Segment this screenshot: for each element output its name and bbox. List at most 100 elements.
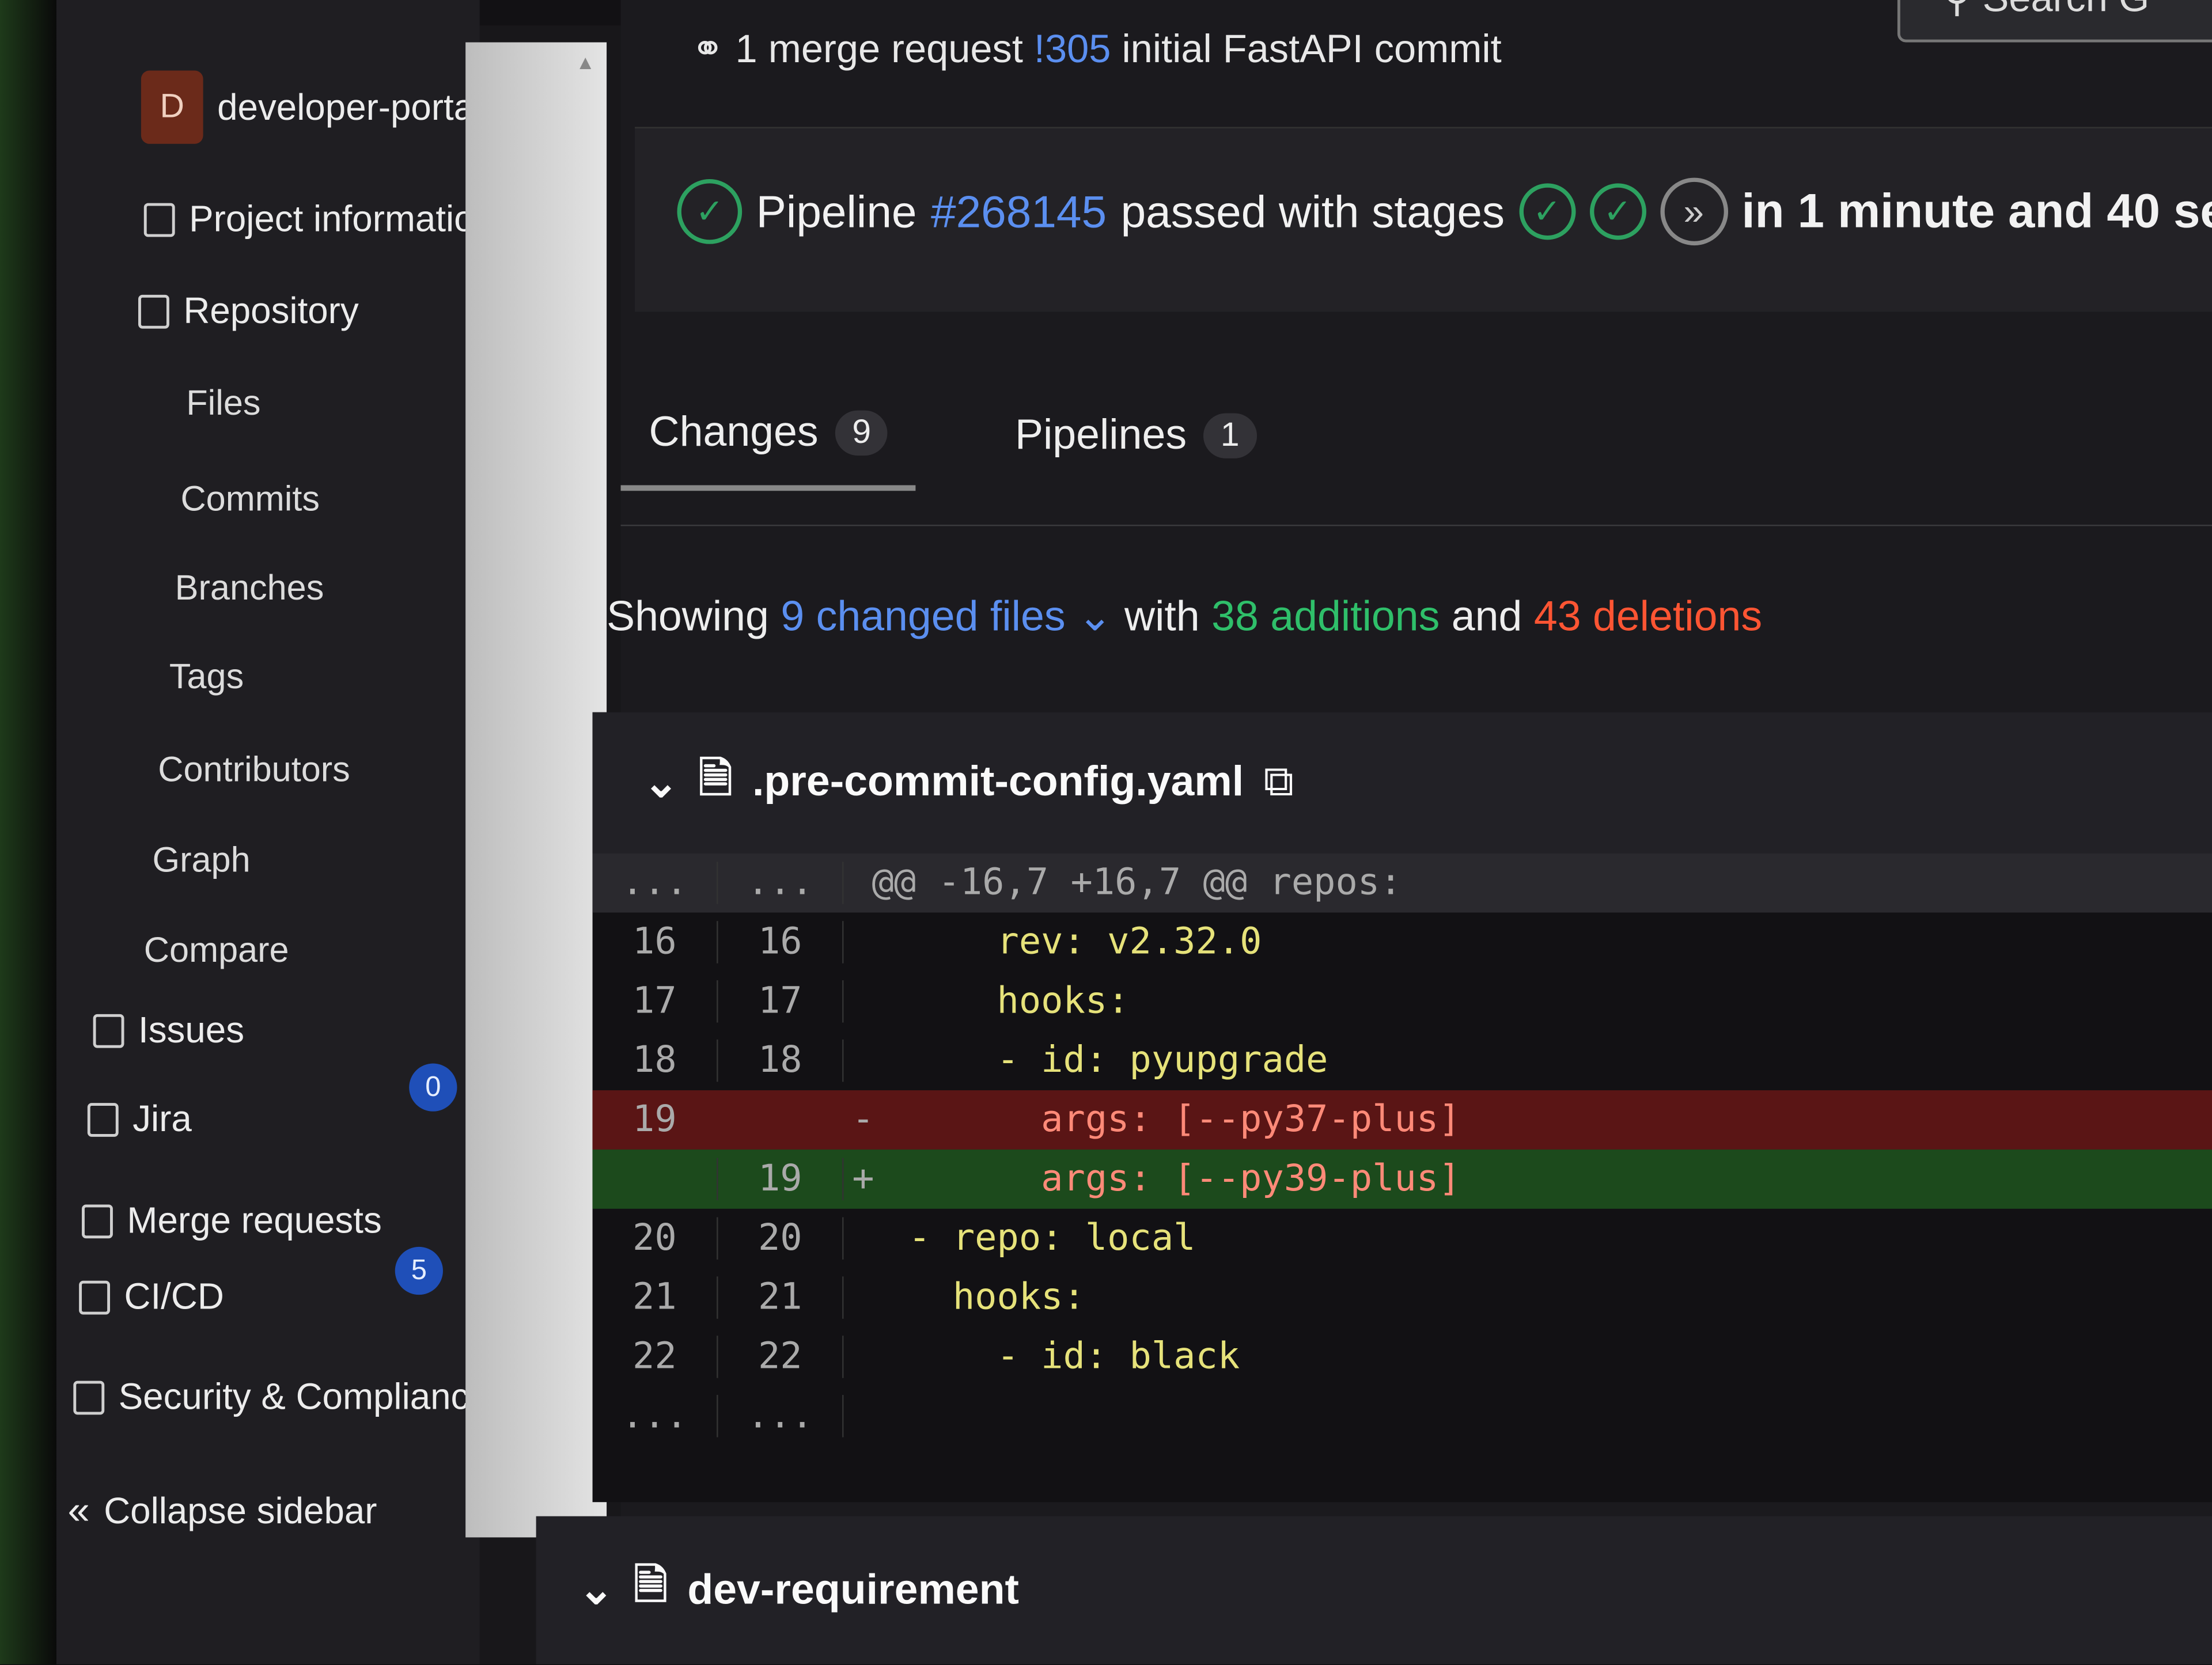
sidebar-project[interactable]: D developer-portal bbox=[141, 70, 482, 144]
sidebar-item-security-compliance[interactable]: Security & Compliance bbox=[73, 1375, 490, 1419]
chevron-down-icon[interactable]: ⌄ bbox=[1077, 594, 1113, 640]
chevron-down-icon[interactable]: ⌄ bbox=[643, 758, 679, 807]
new-line-number[interactable]: 19 bbox=[717, 1158, 844, 1201]
sidebar-item-branches[interactable]: Branches bbox=[175, 568, 324, 609]
pipeline-passed-icon: ✓ bbox=[677, 179, 743, 244]
sidebar-item-graph[interactable]: Graph bbox=[152, 841, 250, 882]
diff-file: ⌄ 🗎 .pre-commit-config.yaml ⧉ ... ... @@… bbox=[592, 712, 2212, 1503]
old-line-number[interactable]: 20 bbox=[593, 1217, 717, 1259]
project-avatar: D bbox=[141, 70, 203, 144]
sidebar-item-jira[interactable]: Jira bbox=[87, 1097, 192, 1141]
file-icon: 🗎 bbox=[698, 755, 733, 802]
summary-with: with bbox=[1124, 594, 1200, 640]
diff-marker: - bbox=[852, 1098, 874, 1141]
new-line-number[interactable]: 16 bbox=[717, 921, 844, 964]
related-title: initial FastAPI commit bbox=[1122, 26, 1502, 71]
new-line-number[interactable]: 22 bbox=[717, 1336, 844, 1378]
sidebar-item-compare[interactable]: Compare bbox=[144, 931, 289, 972]
old-line-number[interactable]: 18 bbox=[593, 1040, 717, 1082]
issues-icon bbox=[93, 1013, 124, 1048]
mr-tabs: Changes 9 Pipelines 1 bbox=[620, 409, 1285, 491]
old-line-number[interactable]: 21 bbox=[593, 1276, 717, 1318]
merge-request-link[interactable]: !305 bbox=[1034, 27, 1111, 71]
code-line: hooks: bbox=[908, 980, 1130, 1023]
sidebar-item-files[interactable]: Files bbox=[186, 384, 260, 424]
tab-pipelines[interactable]: Pipelines 1 bbox=[987, 409, 1285, 491]
sidebar-item-label: Project information bbox=[189, 197, 495, 240]
new-line-number[interactable]: 17 bbox=[717, 980, 844, 1023]
sidebar-item-ci-cd[interactable]: CI/CD bbox=[79, 1275, 224, 1319]
sidebar-item-label: Tags bbox=[169, 657, 244, 697]
sidebar-item-project-information[interactable]: Project information bbox=[143, 197, 495, 241]
sidebar-item-contributors[interactable]: Contributors bbox=[158, 750, 350, 791]
expand-lines-button[interactable]: ... bbox=[593, 1395, 717, 1437]
search-input[interactable]: ⚲ Search G bbox=[1897, 0, 2212, 43]
expand-lines-button[interactable]: ... bbox=[717, 1395, 844, 1438]
stage-skipped-icon[interactable]: » bbox=[1660, 177, 1728, 246]
sidebar-item-label: CI/CD bbox=[124, 1275, 224, 1318]
new-line-number[interactable]: 21 bbox=[717, 1276, 844, 1319]
sidebar-item-commits[interactable]: Commits bbox=[180, 480, 319, 521]
stage-passed-icon[interactable]: ✓ bbox=[1589, 183, 1646, 240]
summary-showing: Showing bbox=[607, 594, 769, 640]
diff-line-ctx: 18 18 - id: pyupgrade bbox=[593, 1031, 2212, 1090]
diff-line-ctx: 21 21 hooks: bbox=[593, 1268, 2212, 1328]
tabs-divider bbox=[620, 525, 2212, 526]
new-line-number[interactable]: 18 bbox=[717, 1039, 844, 1082]
search-icon: ⚲ bbox=[1942, 0, 1982, 20]
summary-and: and bbox=[1451, 594, 1522, 640]
pipeline-link[interactable]: #268145 bbox=[931, 185, 1107, 238]
sidebar-scrollbar-thumb[interactable] bbox=[465, 42, 607, 1538]
sidebar-item-label: Repository bbox=[183, 289, 359, 332]
sidebar-item-issues[interactable]: Issues bbox=[93, 1008, 244, 1052]
diff-line-add: 19 + args: [--py39-plus] bbox=[592, 1149, 2212, 1209]
sidebar-item-label: Files bbox=[186, 384, 261, 423]
merge-request-icon bbox=[82, 1204, 113, 1238]
diff-line-ctx: 20 20 - repo: local bbox=[593, 1209, 2212, 1268]
diff-line-ctx: 22 22 - id: black bbox=[593, 1328, 2212, 1387]
sidebar-item-label: Compare bbox=[143, 931, 289, 970]
sidebar-item-label: Commits bbox=[180, 479, 320, 519]
code-line: args: [--py37-plus] bbox=[908, 1098, 1461, 1141]
sidebar-item-merge-requests[interactable]: Merge requests bbox=[82, 1199, 382, 1243]
diff-table: ... ... @@ -16,7 +16,7 @@ repos: 16 16 re… bbox=[592, 853, 2212, 1446]
new-line-number[interactable]: 20 bbox=[717, 1217, 844, 1260]
expand-row: ...... bbox=[593, 1386, 2212, 1446]
sidebar-item-repository[interactable]: Repository bbox=[138, 289, 359, 333]
sidebar-item-label: Graph bbox=[152, 840, 251, 881]
hunk-header-row: ... ... @@ -16,7 +16,7 @@ repos: bbox=[592, 853, 2212, 913]
changed-files-dropdown[interactable]: 9 changed files bbox=[781, 594, 1065, 640]
pipeline-status: ✓ Pipeline #268145 passed with stages ✓ … bbox=[677, 177, 2212, 246]
diff-summary: Showing 9 changed files ⌄ with 38 additi… bbox=[607, 593, 1762, 642]
sidebar-item-label: Contributors bbox=[158, 750, 350, 790]
code-line: rev: v2.32.0 bbox=[908, 921, 1262, 964]
tab-changes[interactable]: Changes 9 bbox=[620, 409, 916, 491]
code-line: - id: black bbox=[908, 1336, 1240, 1378]
document-icon bbox=[138, 294, 169, 328]
file-name[interactable]: .pre-commit-config.yaml bbox=[752, 759, 1244, 807]
sidebar-item-tags[interactable]: Tags bbox=[169, 657, 244, 698]
expand-lines-button[interactable]: ... bbox=[593, 862, 717, 904]
search-label: Search G bbox=[1983, 0, 2150, 20]
old-line-number[interactable]: 17 bbox=[593, 980, 717, 1022]
chevron-down-icon[interactable]: ⌄ bbox=[578, 1565, 614, 1615]
diff-file-header: ⌄ 🗎 dev-requirement bbox=[536, 1516, 2212, 1664]
code-line: - id: pyupgrade bbox=[908, 1039, 1328, 1082]
stage-passed-icon[interactable]: ✓ bbox=[1518, 183, 1575, 240]
copy-path-icon[interactable]: ⧉ bbox=[1263, 759, 1293, 807]
old-line-number[interactable]: 16 bbox=[593, 921, 717, 963]
sidebar: D developer-portal Project information R… bbox=[56, 0, 495, 1664]
diff-line-ctx: 17 17 hooks: bbox=[593, 972, 2212, 1031]
collapse-sidebar-button[interactable]: « Collapse sidebar bbox=[68, 1488, 377, 1533]
expand-lines-button[interactable]: ... bbox=[717, 862, 844, 904]
old-line-number[interactable]: 19 bbox=[593, 1099, 717, 1141]
external-link-icon bbox=[87, 1102, 119, 1136]
tab-count: 9 bbox=[835, 410, 888, 456]
rocket-icon bbox=[79, 1280, 111, 1314]
scroll-up-arrow-icon[interactable]: ▲ bbox=[575, 51, 595, 73]
sidebar-item-label: Issues bbox=[138, 1008, 245, 1051]
diff-line-del: 19 - args: [--py37-plus] bbox=[592, 1090, 2212, 1150]
file-name[interactable]: dev-requirement bbox=[687, 1567, 1019, 1614]
additions-count: 38 additions bbox=[1211, 594, 1440, 640]
old-line-number[interactable]: 22 bbox=[593, 1336, 717, 1378]
